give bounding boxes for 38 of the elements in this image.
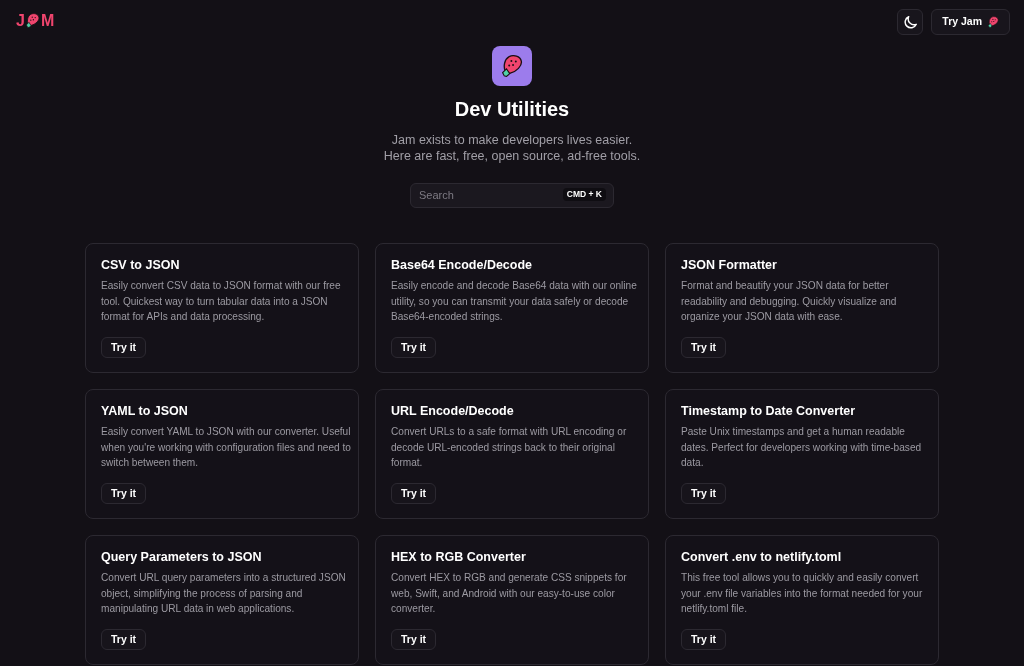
card-title: Convert .env to netlify.toml — [681, 549, 842, 565]
try-it-button[interactable]: Try it — [391, 629, 437, 650]
page-title: Dev Utilities — [454, 97, 570, 122]
card-description: Convert URLs to a safe format with URL encoding or decode URL-encoded strings back to their original format. — [391, 425, 628, 470]
theme-toggle-button[interactable] — [897, 9, 924, 35]
try-it-button[interactable]: Try it — [101, 483, 147, 504]
card-description: Format and beautify your JSON data for better readability and debugging. Quickly visualize and organize your JSON data with ease. — [681, 279, 898, 324]
try-it-button[interactable]: Try it — [391, 483, 437, 504]
card-description: Convert HEX to RGB and generate CSS snippets for web, Swift, and Android with our easy-to-use color converter. — [391, 571, 628, 616]
card-description: Paste Unix timestamps and get a human readable dates. Perfect for developers working with time-based data. — [681, 425, 923, 470]
card-title: URL Encode/Decode — [391, 403, 514, 419]
card-title: Query Parameters to JSON — [101, 549, 262, 565]
card-title: YAML to JSON — [101, 403, 188, 419]
card-title: JSON Formatter — [681, 257, 777, 273]
card-title: CSV to JSON — [101, 257, 180, 273]
page-subtitle: Jam exists to make developers lives easier. Here are fast, free, open source, ad-free tools. — [383, 132, 641, 164]
try-it-button[interactable]: Try it — [101, 629, 147, 650]
try-it-button[interactable]: Try it — [681, 629, 727, 650]
card-description: Convert URL query parameters into a structured JSON object, simplifying the process of parsing and manipulating URL data in web applications. — [101, 571, 347, 616]
card-title: HEX to RGB Converter — [391, 549, 526, 565]
try-it-button[interactable]: Try it — [681, 483, 727, 504]
card-description: Easily convert CSV data to JSON format with our free tool. Quickest way to turn tabular data into a JSON format for APIs and data processing. — [101, 279, 342, 324]
card-description: Easily convert YAML to JSON with our converter. Useful when you're working with configuration files and need to switch between them. — [101, 425, 352, 470]
card-title: Base64 Encode/Decode — [391, 257, 533, 273]
keyboard-shortcut: CMD + K — [562, 188, 606, 201]
strawberry-icon — [501, 55, 523, 77]
logo-letter: M — [40, 12, 55, 29]
card-description: This free tool allows you to quickly and easily convert your .env file variables into the format needed for your netlify.toml file. — [681, 571, 924, 616]
try-it-button[interactable]: Try it — [681, 337, 727, 358]
card-title: Timestamp to Date Converter — [681, 403, 856, 419]
moon-icon — [903, 15, 917, 29]
try-it-button[interactable]: Try it — [391, 337, 437, 358]
strawberry-icon — [988, 16, 999, 28]
logo-letter: J — [16, 12, 25, 29]
card-description: Easily encode and decode Base64 data with our online utility, so you can transmit your data safely or decode Base64-encoded strings. — [391, 279, 638, 324]
try-it-button[interactable]: Try it — [101, 337, 147, 358]
strawberry-logo-icon — [25, 13, 40, 28]
try-jam-button[interactable]: Try Jam — [931, 9, 1010, 35]
